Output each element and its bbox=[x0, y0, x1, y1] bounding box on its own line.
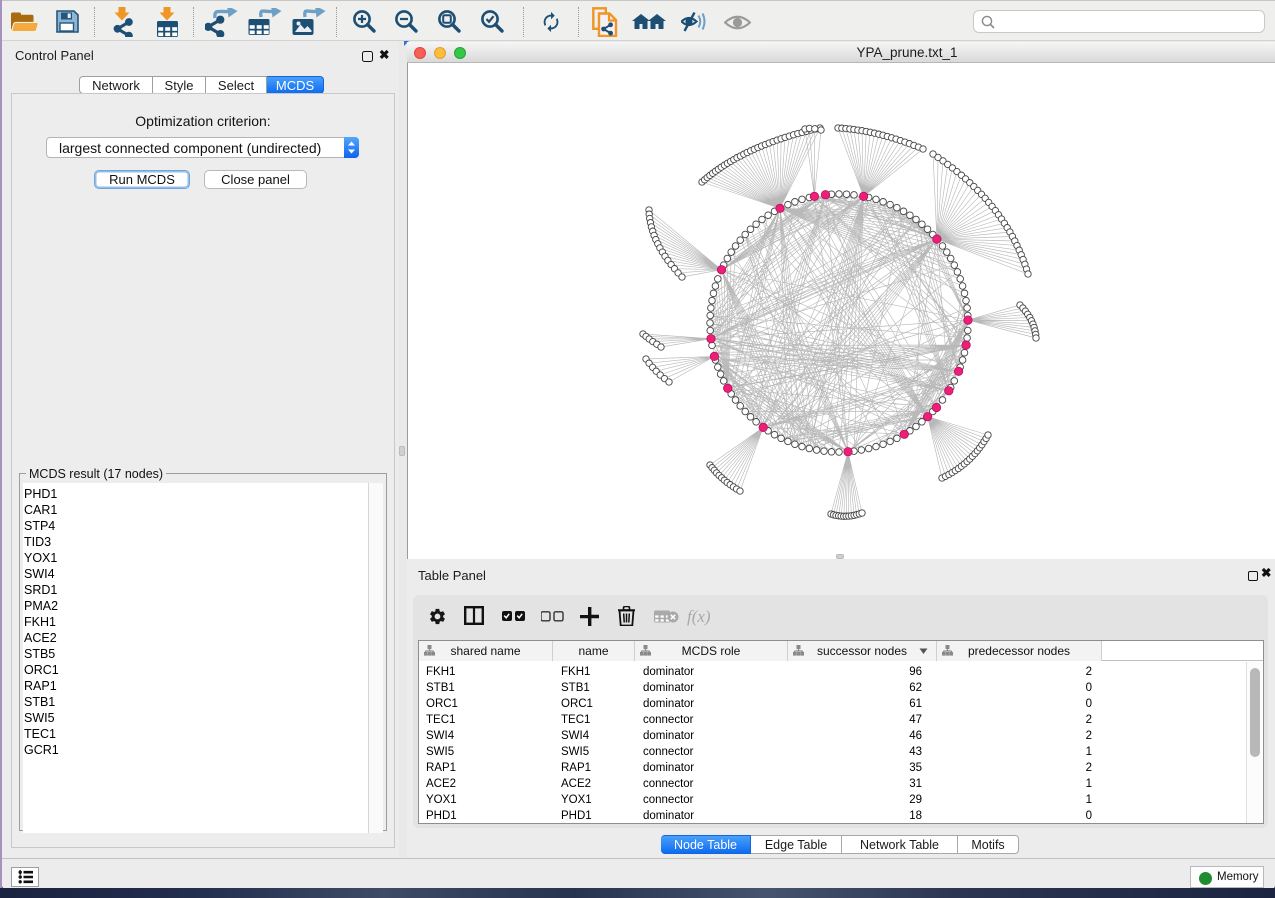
svg-text:f(x): f(x) bbox=[687, 607, 711, 626]
